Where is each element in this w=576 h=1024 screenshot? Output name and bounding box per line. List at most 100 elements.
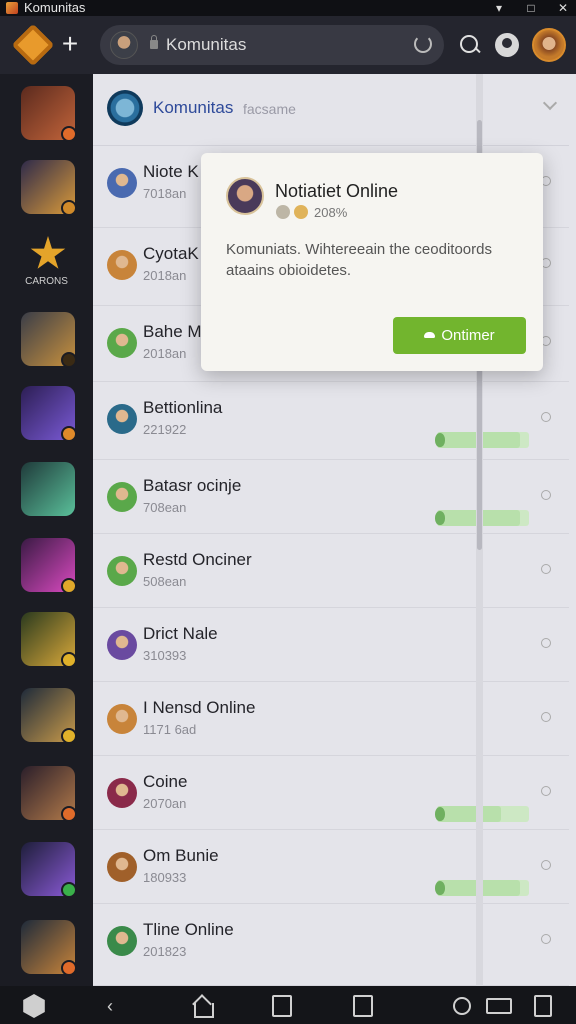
coin-icon [294, 205, 308, 219]
popup-avatar [226, 177, 264, 215]
list-item-meta: 221922 [143, 422, 187, 437]
list-header[interactable]: Komunitas facsame [93, 74, 569, 146]
rail-item-game-3[interactable] [21, 312, 77, 368]
badge-icon [61, 578, 77, 594]
avatar [107, 250, 137, 280]
list-item-name: Bahe M [143, 322, 202, 341]
rail-item-game-1[interactable] [21, 86, 77, 142]
avatar [107, 556, 137, 586]
status-dot-icon[interactable] [541, 564, 551, 574]
avatar [107, 704, 137, 734]
rail-item-game-9[interactable] [21, 766, 77, 822]
user-avatar[interactable] [532, 28, 566, 62]
rail-item-game-10[interactable] [21, 842, 77, 898]
search-avatar[interactable] [110, 31, 138, 59]
minimize-icon[interactable]: ▾ [492, 1, 506, 15]
title-bar: Komunitas ▾ □ ✕ [0, 0, 576, 16]
profile-icon[interactable] [495, 33, 519, 57]
list-item-meta: 7018an [143, 186, 187, 201]
search-input[interactable] [166, 33, 396, 57]
rail-item-game-7[interactable] [21, 612, 77, 668]
clipboard-icon[interactable] [353, 995, 373, 1017]
search-bar[interactable] [100, 25, 444, 65]
notification-popup: Notiatiet Online 208% Komuniats. Wihtere… [201, 153, 543, 371]
star-icon[interactable] [30, 236, 66, 269]
meta-icon [276, 205, 290, 219]
list-item-meta: 2018an [143, 346, 187, 361]
chevron-down-icon[interactable] [542, 95, 558, 111]
list-item-meta: 180933 [143, 870, 187, 885]
pin-icon [435, 881, 445, 895]
progress-bar [437, 880, 529, 896]
list-item-meta: 1171 6ad [143, 722, 197, 737]
badge-icon [61, 200, 77, 216]
avatar [107, 926, 137, 956]
status-dot-icon[interactable] [541, 934, 551, 944]
popup-meta: 208% [314, 205, 348, 220]
back-icon[interactable]: ‹ [98, 994, 122, 1018]
status-dot-icon[interactable] [541, 490, 551, 500]
list-item-meta: 2018an [143, 268, 187, 283]
list-item[interactable]: Coine 2070an [93, 756, 569, 830]
list-header-title: Komunitas [153, 98, 234, 117]
list-item-name: Drict Nale [143, 624, 218, 643]
bottom-nav: ‹ [0, 986, 576, 1024]
list-item[interactable]: Bettionlina 221922 [93, 382, 569, 460]
list-item-meta: 201823 [143, 944, 187, 959]
plus-icon[interactable]: + [58, 28, 82, 62]
button-icon [424, 332, 436, 338]
logo-icon[interactable] [11, 23, 55, 67]
list-header-subtitle: facsame [243, 101, 296, 117]
rail-item-game-6[interactable] [21, 538, 77, 594]
progress-bar [437, 806, 529, 822]
list-item[interactable]: Drict Nale 310393 [93, 608, 569, 682]
list-item[interactable]: I Nensd Online 1171 6ad [93, 682, 569, 756]
status-dot-icon[interactable] [541, 712, 551, 722]
rail-item-game-11[interactable] [21, 920, 77, 976]
status-dot-icon[interactable] [541, 860, 551, 870]
list-item-name: Niote K [143, 162, 199, 181]
status-dot-icon[interactable] [541, 412, 551, 422]
share-icon[interactable] [272, 995, 292, 1017]
window-title: Komunitas [24, 0, 86, 15]
list-item[interactable]: Batasr ocinje 708ean [93, 460, 569, 534]
rail-item-game-2[interactable] [21, 160, 77, 216]
pin-icon [435, 433, 445, 447]
list-item-meta: 708ean [143, 500, 187, 515]
progress-bar [437, 510, 529, 526]
community-logo-icon [107, 90, 143, 126]
shield-icon[interactable] [23, 994, 45, 1018]
lock-icon [150, 35, 158, 49]
lens-icon[interactable] [450, 994, 474, 1018]
list-item-name: Coine [143, 772, 188, 791]
pin-icon [435, 511, 445, 525]
badge-icon [61, 882, 77, 898]
list-item-name: CyotaK [143, 244, 199, 263]
close-icon[interactable]: ✕ [556, 1, 570, 15]
list-item[interactable]: Tline Online 201823 [93, 904, 569, 986]
reload-icon[interactable] [414, 35, 432, 53]
popup-body: Komuniats. Wihtereeain the ceoditoords a… [226, 241, 492, 279]
list-item-name: Batasr ocinje [143, 476, 242, 495]
keyboard-icon[interactable] [486, 998, 512, 1014]
rail-item-game-4[interactable] [21, 386, 77, 442]
list-item-name: Om Bunie [143, 846, 219, 865]
maximize-icon[interactable]: □ [524, 1, 538, 15]
search-icon[interactable] [458, 33, 482, 57]
list-item[interactable]: Restd Onciner 508ean [93, 534, 569, 608]
status-dot-icon[interactable] [541, 638, 551, 648]
list-item-name: Tline Online [143, 920, 234, 939]
home-icon[interactable] [190, 994, 214, 1018]
list-item[interactable]: Om Bunie 180933 [93, 830, 569, 904]
list-item-name: Restd Onciner [143, 550, 252, 569]
list-item-name: Bettionlina [143, 398, 223, 417]
rail-item-game-8[interactable] [21, 688, 77, 744]
list-item-meta: 310393 [143, 648, 187, 663]
popup-title: Notiatiet Online [275, 181, 399, 201]
online-button[interactable]: Ontimer [393, 317, 526, 354]
tabs-icon[interactable] [534, 995, 552, 1017]
list-item-name: I Nensd Online [143, 698, 256, 717]
status-dot-icon[interactable] [541, 786, 551, 796]
rail-label: CARONS [25, 276, 68, 287]
rail-item-game-5[interactable] [21, 462, 75, 516]
